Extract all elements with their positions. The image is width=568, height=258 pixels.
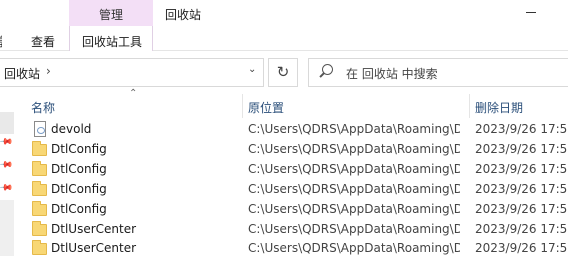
deleted-date: 2023/9/26 17:59 <box>475 142 568 156</box>
original-location: C:\Users\QDRS\AppData\Roaming\D... <box>248 162 460 176</box>
deleted-date: 2023/9/26 17:56 <box>475 162 568 176</box>
table-row[interactable]: DtlConfig C:\Users\QDRS\AppData\Roaming\… <box>24 179 568 199</box>
column-header-deleted-date[interactable]: 删除日期 <box>475 99 523 116</box>
file-name: DtlUserCenter <box>51 222 137 236</box>
nav-item-thumbnail[interactable] <box>0 112 14 134</box>
window-title: 回收站 <box>165 8 202 22</box>
deleted-date: 2023/9/26 17:59 <box>475 222 568 236</box>
search-icon <box>322 64 333 75</box>
table-row[interactable]: devold C:\Users\QDRS\AppData\Roaming\D..… <box>24 119 568 139</box>
folder-icon <box>32 240 48 256</box>
file-name: DtlConfig <box>51 202 107 216</box>
context-group-label: 管理 <box>98 8 123 22</box>
original-location: C:\Users\QDRS\AppData\Roaming\D... <box>248 222 460 236</box>
chevron-down-icon[interactable]: ⌄ <box>248 64 256 75</box>
column-header-location[interactable]: 原位置 <box>248 99 284 116</box>
column-divider[interactable] <box>469 94 470 118</box>
minimize-icon[interactable] <box>526 12 536 13</box>
sort-ascending-icon: ⌃ <box>129 88 138 99</box>
deleted-date: 2023/9/26 17:59 <box>475 182 568 196</box>
deleted-date: 2023/9/26 17:59 <box>475 241 568 255</box>
folder-icon <box>32 181 48 197</box>
original-location: C:\Users\QDRS\AppData\Roaming\D... <box>248 202 460 216</box>
tab-partial-edge[interactable]: 享 <box>0 33 2 50</box>
search-placeholder: 在 回收站 中搜索 <box>346 67 438 81</box>
table-row[interactable]: DtlUserCenter C:\Users\QDRS\AppData\Roam… <box>24 219 568 239</box>
nav-item-blurred[interactable] <box>0 200 14 256</box>
folder-icon <box>32 221 48 237</box>
column-divider[interactable] <box>242 94 243 118</box>
file-name: devold <box>51 122 92 136</box>
folder-icon <box>32 141 48 157</box>
table-row[interactable]: DtlUserCenter C:\Users\QDRS\AppData\Roam… <box>24 238 568 258</box>
refresh-icon[interactable]: ↻ <box>268 58 298 87</box>
original-location: C:\Users\QDRS\AppData\Roaming\D... <box>248 182 460 196</box>
folder-icon <box>32 161 48 177</box>
breadcrumb-separator[interactable]: › <box>46 64 51 78</box>
deleted-date: 2023/9/26 17:57 <box>475 122 568 136</box>
original-location: C:\Users\QDRS\AppData\Roaming\D... <box>248 122 460 136</box>
file-name: DtlConfig <box>51 162 107 176</box>
table-row[interactable]: DtlConfig C:\Users\QDRS\AppData\Roaming\… <box>24 199 568 219</box>
file-name: DtlUserCenter <box>51 241 137 255</box>
original-location: C:\Users\QDRS\AppData\Roaming\D... <box>248 142 460 156</box>
address-path[interactable]: 回收站 <box>4 65 40 82</box>
table-row[interactable]: DtlConfig C:\Users\QDRS\AppData\Roaming\… <box>24 139 568 159</box>
document-icon <box>32 121 48 137</box>
folder-icon <box>32 201 48 217</box>
table-row[interactable]: DtlConfig C:\Users\QDRS\AppData\Roaming\… <box>24 159 568 179</box>
tab-recycle-bin-tools[interactable]: 回收站工具 <box>82 33 142 50</box>
tab-view[interactable]: 查看 <box>31 33 55 50</box>
file-name: DtlConfig <box>51 142 107 156</box>
column-header-name[interactable]: 名称 <box>31 99 55 116</box>
file-name: DtlConfig <box>51 182 107 196</box>
deleted-date: 2023/9/26 17:59 <box>475 202 568 216</box>
original-location: C:\Users\QDRS\AppData\Roaming\D... <box>248 241 460 255</box>
